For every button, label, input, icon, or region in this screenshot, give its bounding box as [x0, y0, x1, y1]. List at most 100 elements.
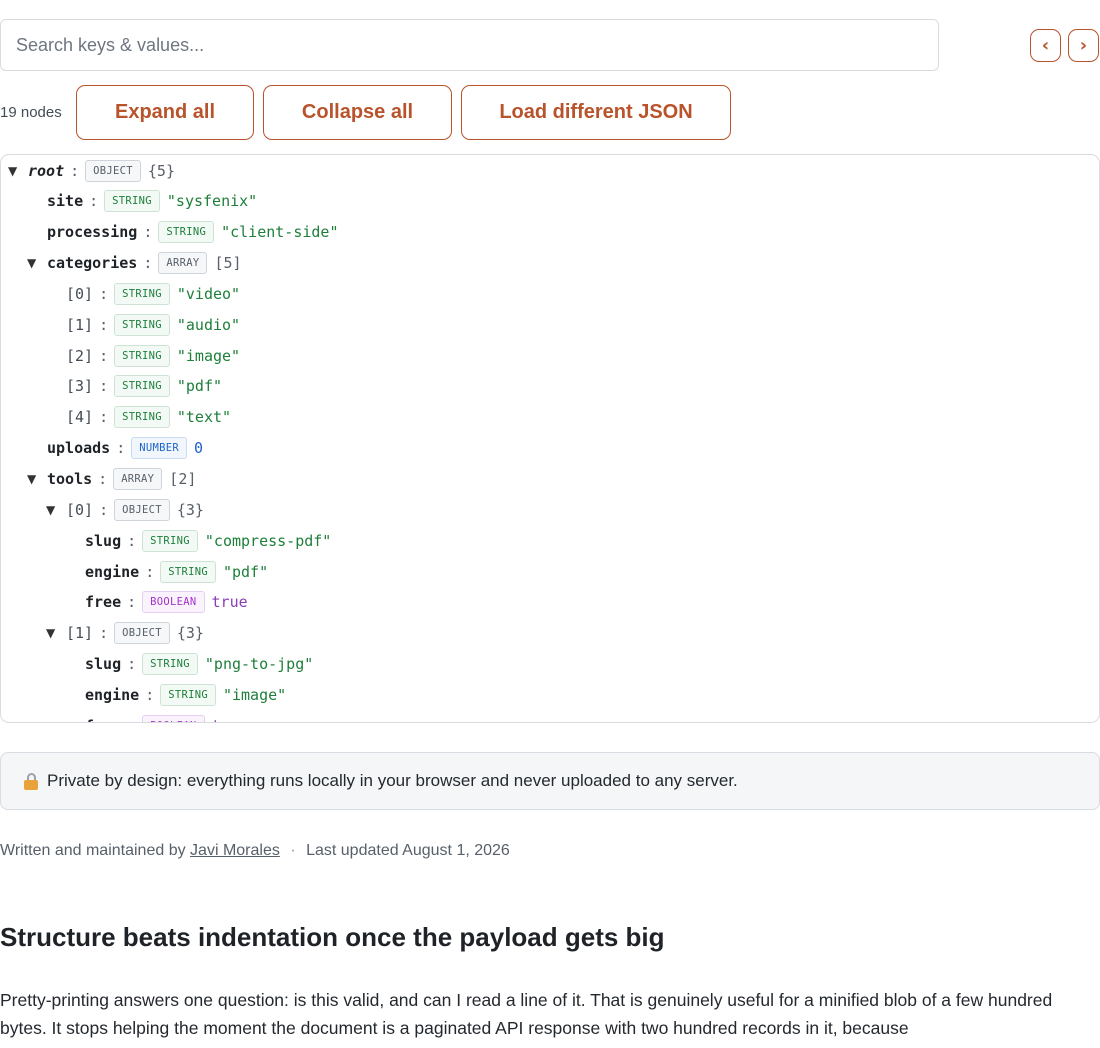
- expand-toggle-icon[interactable]: ▼: [27, 256, 47, 270]
- privacy-notice: Private by design: everything runs local…: [0, 752, 1100, 810]
- node-value: "sysfenix": [166, 192, 258, 211]
- tree-row[interactable]: ▼ tools: ARRAY [2]: [27, 464, 196, 495]
- key-separator: :: [70, 161, 80, 180]
- type-badge: STRING: [160, 683, 216, 706]
- node-key: categories: [47, 254, 138, 273]
- type-badge: BOOLEAN: [142, 714, 205, 722]
- load-different-json-button[interactable]: Load different JSON: [461, 85, 731, 140]
- tree-row[interactable]: [4]: STRING "text": [66, 402, 231, 433]
- node-key: root: [28, 161, 65, 180]
- author-prefix: Written and maintained by: [0, 842, 186, 859]
- node-value: "audio": [176, 315, 241, 334]
- node-value: {3}: [176, 500, 204, 519]
- tree-row[interactable]: [0]: STRING "video": [66, 278, 240, 309]
- key-separator: :: [99, 315, 109, 334]
- key-separator: :: [99, 624, 109, 643]
- node-key: [1]: [66, 315, 94, 334]
- expand-toggle-icon[interactable]: ▼: [8, 164, 28, 178]
- search-input[interactable]: [0, 19, 939, 71]
- tree-row[interactable]: ▼ [0]: OBJECT {3}: [46, 494, 204, 525]
- tree-toolbar: 19 nodes Expand all Collapse all Load di…: [0, 85, 1100, 140]
- type-badge: STRING: [114, 282, 170, 305]
- node-key: slug: [85, 655, 122, 674]
- type-badge: STRING: [142, 529, 198, 552]
- node-value: "video": [176, 284, 241, 303]
- tree-row[interactable]: processing: STRING "client-side": [47, 217, 338, 248]
- node-key: free: [85, 593, 122, 612]
- key-separator: :: [127, 531, 137, 550]
- key-separator: :: [127, 717, 136, 722]
- node-key: uploads: [47, 439, 111, 458]
- node-value: {3}: [176, 624, 204, 643]
- node-value: "pdf": [222, 562, 269, 581]
- node-key: slug: [85, 531, 122, 550]
- type-badge: OBJECT: [114, 622, 170, 645]
- node-key: site: [47, 192, 84, 211]
- type-badge: STRING: [114, 313, 170, 336]
- collapse-all-button[interactable]: Collapse all: [263, 85, 452, 140]
- privacy-text: Private by design: everything runs local…: [47, 771, 738, 790]
- tree-row[interactable]: [2]: STRING "image": [66, 340, 240, 371]
- node-key: [0]: [66, 284, 94, 303]
- json-tree-view[interactable]: ▼ root: OBJECT {5} site: STRING "sysfenix" proc…: [0, 154, 1100, 723]
- type-badge: ARRAY: [113, 468, 163, 490]
- article-title: Structure beats indentation once the pay…: [0, 922, 665, 952]
- node-key: processing: [47, 223, 138, 242]
- next-match-button[interactable]: ›: [1068, 29, 1099, 62]
- node-value: "compress-pdf": [204, 531, 332, 550]
- node-value: "text": [176, 408, 232, 427]
- node-value: {5}: [147, 161, 175, 180]
- type-badge: STRING: [114, 406, 170, 429]
- expand-toggle-icon[interactable]: ▼: [46, 626, 66, 640]
- node-value: "image": [176, 346, 241, 365]
- node-value: "png-to-jpg": [204, 655, 314, 674]
- prev-match-button[interactable]: ‹: [1030, 29, 1061, 62]
- node-key: tools: [47, 470, 93, 488]
- node-value: "image": [222, 685, 287, 704]
- node-value: true: [212, 717, 248, 722]
- tree-row[interactable]: uploads: NUMBER 0: [47, 433, 203, 464]
- tree-row[interactable]: free: BOOLEAN true: [85, 587, 248, 618]
- key-separator: :: [145, 562, 155, 581]
- type-badge: ARRAY: [158, 252, 208, 275]
- node-key: engine: [85, 685, 140, 704]
- tree-row[interactable]: ▼ categories: ARRAY [5]: [27, 248, 242, 279]
- key-separator: :: [145, 685, 155, 704]
- tree-row[interactable]: free: BOOLEAN true: [85, 710, 248, 722]
- tree-row[interactable]: [1]: STRING "audio": [66, 309, 240, 340]
- tree-row[interactable]: engine: STRING "image": [85, 679, 286, 710]
- key-separator: :: [99, 500, 109, 519]
- tree-row[interactable]: [3]: STRING "pdf": [66, 371, 222, 402]
- type-badge: STRING: [142, 653, 198, 676]
- article-body: Pretty-printing answers one question: is…: [0, 990, 1053, 1038]
- type-badge: STRING: [158, 221, 215, 244]
- key-separator: :: [99, 408, 109, 427]
- expand-toggle-icon[interactable]: ▼: [27, 472, 47, 486]
- expand-all-button[interactable]: Expand all: [76, 85, 254, 140]
- node-value: true: [211, 593, 248, 612]
- type-badge: OBJECT: [114, 498, 170, 521]
- tree-row[interactable]: engine: STRING "pdf": [85, 556, 268, 587]
- tree-row[interactable]: slug: STRING "compress-pdf": [85, 525, 331, 556]
- tree-row[interactable]: ▼ [1]: OBJECT {3}: [46, 618, 204, 649]
- tree-row[interactable]: ▼ root: OBJECT {5}: [8, 155, 175, 186]
- type-badge: NUMBER: [131, 437, 187, 460]
- node-key: [2]: [66, 346, 94, 365]
- tree-row[interactable]: slug: STRING "png-to-jpg": [85, 649, 313, 680]
- type-badge: STRING: [104, 190, 160, 213]
- key-separator: :: [99, 284, 109, 303]
- node-value: "client-side": [221, 223, 339, 242]
- node-key: [1]: [66, 624, 94, 643]
- node-key: [0]: [66, 500, 94, 519]
- node-value: "pdf": [176, 377, 223, 396]
- author-link[interactable]: Javi Morales: [190, 842, 280, 859]
- node-key: free: [85, 717, 121, 722]
- key-separator: :: [127, 655, 137, 674]
- node-key: [3]: [66, 377, 94, 396]
- node-value: 0: [193, 439, 204, 458]
- tree-row[interactable]: site: STRING "sysfenix": [47, 186, 257, 217]
- key-separator: :: [99, 346, 109, 365]
- expand-toggle-icon[interactable]: ▼: [46, 503, 66, 517]
- node-count: 19 nodes: [0, 104, 62, 121]
- node-value: [2]: [169, 470, 197, 488]
